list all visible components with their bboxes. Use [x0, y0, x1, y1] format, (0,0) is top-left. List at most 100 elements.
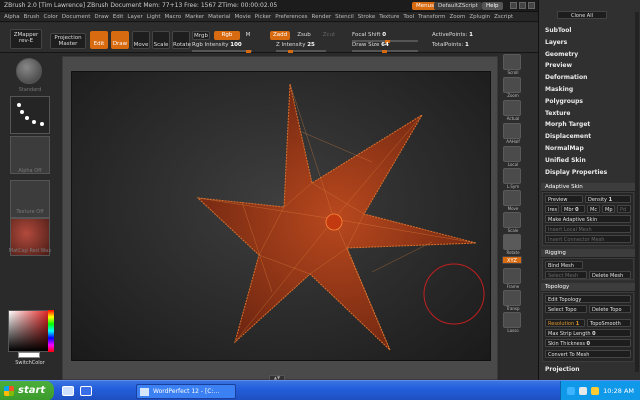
- palette-polygroups[interactable]: Polygroups: [545, 98, 583, 105]
- rgb-intensity-slider[interactable]: Rgb Intensity 100: [192, 42, 242, 48]
- draw-size-track[interactable]: [352, 49, 418, 53]
- draw-button[interactable]: Draw: [111, 31, 129, 49]
- palette-morph-target[interactable]: Morph Target: [545, 121, 590, 128]
- taskbar-wordperfect-button[interactable]: WordPerfect 12 - [C:...: [136, 384, 236, 399]
- palette-masking[interactable]: Masking: [545, 86, 573, 93]
- menu-texture[interactable]: Texture: [379, 12, 399, 22]
- menu-layer[interactable]: Layer: [127, 12, 142, 22]
- rotate-button[interactable]: Rotate: [172, 31, 191, 49]
- rgb-button[interactable]: Rgb: [214, 31, 240, 40]
- adaptive-skin-header[interactable]: Adaptive Skin: [541, 183, 639, 192]
- tray-app-icon[interactable]: [591, 387, 599, 395]
- zcut-button[interactable]: Zcut: [320, 31, 338, 40]
- palette-unified-skin[interactable]: Unified Skin: [545, 157, 586, 164]
- palette-deformation[interactable]: Deformation: [545, 74, 587, 81]
- standard-brush-icon[interactable]: [16, 58, 42, 84]
- z-intensity-track[interactable]: [276, 49, 326, 53]
- insert-connector-mesh-button[interactable]: Insert Connector Mesh: [545, 235, 631, 243]
- minimize-icon[interactable]: [510, 2, 517, 9]
- switch-color-button[interactable]: SwitchColor: [0, 360, 60, 366]
- mbr-slider[interactable]: Mbr 0: [561, 205, 585, 213]
- insert-local-mesh-button[interactable]: Insert Local Mesh: [545, 225, 631, 233]
- menu-stroke[interactable]: Stroke: [358, 12, 376, 22]
- menu-picker[interactable]: Picker: [255, 12, 271, 22]
- menu-alpha[interactable]: Alpha: [4, 12, 20, 22]
- menu-transform[interactable]: Transform: [418, 12, 445, 22]
- quick-launch-icon[interactable]: [80, 386, 92, 396]
- make-adaptive-skin-button[interactable]: Make Adaptive Skin: [545, 215, 631, 223]
- palette-display-properties[interactable]: Display Properties: [545, 169, 607, 176]
- menu-stencil[interactable]: Stencil: [335, 12, 354, 22]
- scroll-tool-icon[interactable]: [503, 54, 521, 70]
- color-picker[interactable]: [8, 310, 50, 352]
- zadd-button[interactable]: Zadd: [270, 31, 290, 40]
- menu-brush[interactable]: Brush: [24, 12, 40, 22]
- palette-scrollbar[interactable]: [635, 12, 639, 372]
- bind-mesh-button[interactable]: Bind Mesh: [545, 261, 583, 269]
- resolution-slider[interactable]: Resolution 1: [545, 319, 585, 327]
- start-button[interactable]: start: [0, 381, 54, 400]
- show-desktop-icon[interactable]: [62, 386, 74, 396]
- delete-topo-button[interactable]: Delete Topo: [589, 305, 631, 313]
- rotate-tool-icon[interactable]: [503, 234, 521, 250]
- m-button[interactable]: M: [244, 31, 252, 40]
- mrgb-button[interactable]: Mrgb: [192, 31, 210, 40]
- menu-render[interactable]: Render: [312, 12, 332, 22]
- lasso-tool-icon[interactable]: [503, 312, 521, 328]
- zsub-button[interactable]: Zsub: [294, 31, 314, 40]
- canvas[interactable]: [71, 71, 491, 361]
- local-tool-icon[interactable]: [503, 146, 521, 162]
- palette-subtool[interactable]: SubTool: [545, 27, 571, 34]
- menu-zplugin[interactable]: Zplugin: [469, 12, 490, 22]
- frame-tool-icon[interactable]: [503, 268, 521, 284]
- transp-tool-icon[interactable]: [503, 290, 521, 306]
- palette-layers[interactable]: Layers: [545, 39, 567, 46]
- scale-tool-icon[interactable]: [503, 212, 521, 228]
- stroke-dots-icon[interactable]: [10, 96, 50, 134]
- pd-button[interactable]: Pd: [617, 205, 631, 213]
- scale-button[interactable]: Scale: [152, 31, 170, 49]
- select-mesh-button[interactable]: Select Mesh: [545, 271, 587, 279]
- menu-edit[interactable]: Edit: [113, 12, 124, 22]
- draw-size-knob[interactable]: [382, 49, 387, 53]
- hue-slider[interactable]: [48, 310, 54, 352]
- zoom-tool-icon[interactable]: [503, 77, 521, 93]
- menu-light[interactable]: Light: [147, 12, 161, 22]
- preview-button[interactable]: Preview: [545, 195, 583, 203]
- draw-size-slider[interactable]: Draw Size 64: [352, 42, 389, 48]
- menu-material[interactable]: Material: [208, 12, 230, 22]
- menu-preferences[interactable]: Preferences: [275, 12, 307, 22]
- edit-button[interactable]: Edit: [90, 31, 108, 49]
- aahalf-tool-icon[interactable]: [503, 123, 521, 139]
- mc-button[interactable]: Mc: [587, 205, 600, 213]
- palette-texture[interactable]: Texture: [545, 110, 570, 117]
- topology-header[interactable]: Topology: [541, 283, 639, 292]
- l-sym-tool-icon[interactable]: [503, 168, 521, 184]
- menu-movie[interactable]: Movie: [235, 12, 251, 22]
- rgb-intensity-track[interactable]: [192, 49, 252, 53]
- z-intensity-knob[interactable]: [288, 49, 293, 53]
- help-button[interactable]: Help: [482, 2, 503, 10]
- menu-macro[interactable]: Macro: [165, 12, 182, 22]
- palette-preview[interactable]: Preview: [545, 62, 572, 69]
- density-slider[interactable]: Density 1: [585, 195, 631, 203]
- xyz-button[interactable]: XYZ: [502, 256, 522, 264]
- projection-master-button[interactable]: Projection Master: [50, 33, 86, 49]
- palette-normalmap[interactable]: NormalMap: [545, 145, 584, 152]
- tray-volume-icon[interactable]: [579, 387, 587, 395]
- max-strip-length-slider[interactable]: Max Strip Length 0: [545, 329, 631, 337]
- rgb-intensity-knob[interactable]: [246, 49, 251, 53]
- tray-network-icon[interactable]: [567, 387, 575, 395]
- maximize-icon[interactable]: [519, 2, 526, 9]
- edit-topology-button[interactable]: Edit Topology: [545, 295, 631, 303]
- actual-tool-icon[interactable]: [503, 100, 521, 116]
- mp-button[interactable]: Mp: [602, 205, 615, 213]
- focal-shift-slider[interactable]: Focal Shift 0: [352, 32, 386, 38]
- menu-zoom[interactable]: Zoom: [449, 12, 465, 22]
- menu-marker[interactable]: Marker: [185, 12, 204, 22]
- palette-displacement[interactable]: Displacement: [545, 133, 591, 140]
- secondary-color-swatch[interactable]: [18, 352, 40, 358]
- move-button[interactable]: Move: [132, 31, 150, 49]
- zmapper-button[interactable]: ZMapper rev-E: [10, 29, 42, 49]
- palette-geometry[interactable]: Geometry: [545, 51, 578, 58]
